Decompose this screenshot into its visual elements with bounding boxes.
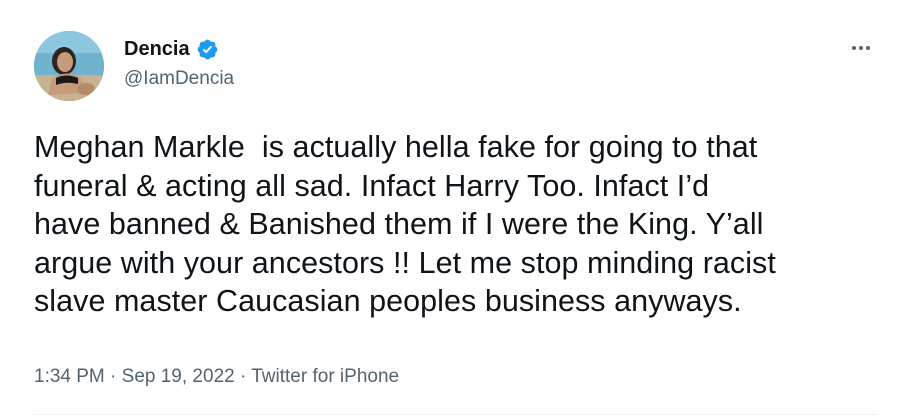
meta-separator: · — [234, 366, 252, 387]
author-display-name[interactable]: Dencia — [124, 36, 190, 62]
tweet-card: Dencia @IamDencia Meghan Markle is actua… — [0, 0, 911, 419]
more-dot — [859, 46, 863, 50]
divider — [34, 414, 877, 415]
tweet-time: 1:34 PM — [34, 366, 105, 387]
meta-separator: · — [104, 366, 122, 387]
verified-badge-icon — [196, 38, 219, 61]
tweet-date: Sep 19, 2022 — [121, 366, 235, 387]
tweet-metadata: 1:34 PM · Sep 19, 2022 · Twitter for iPh… — [34, 363, 399, 391]
tweet-text: Meghan Markle is actually hella fake for… — [34, 128, 884, 321]
tweet-text-line: have banned & Banished them if I were th… — [34, 207, 764, 241]
avatar[interactable] — [34, 31, 104, 101]
tweet-text-line: Meghan Markle is actually hella fake for… — [34, 130, 758, 164]
author-info: Dencia @IamDencia — [124, 36, 234, 92]
more-dot — [852, 46, 856, 50]
more-dot — [866, 46, 870, 50]
name-row: Dencia — [124, 36, 234, 62]
tweet-text-line: argue with your ancestors !! Let me stop… — [34, 245, 776, 280]
tweet-text-line: funeral & acting all sad. Infact Harry T… — [34, 168, 710, 203]
tweet-source-link[interactable]: Twitter for iPhone — [251, 366, 399, 387]
more-options-icon[interactable] — [847, 38, 875, 58]
author-handle[interactable]: @IamDencia — [124, 66, 234, 92]
avatar-photo — [34, 31, 104, 101]
tweet-text-line: slave master Caucasian peoples business … — [34, 284, 742, 318]
tweet-time-link[interactable]: 1:34 PM · Sep 19, 2022 — [34, 366, 235, 387]
